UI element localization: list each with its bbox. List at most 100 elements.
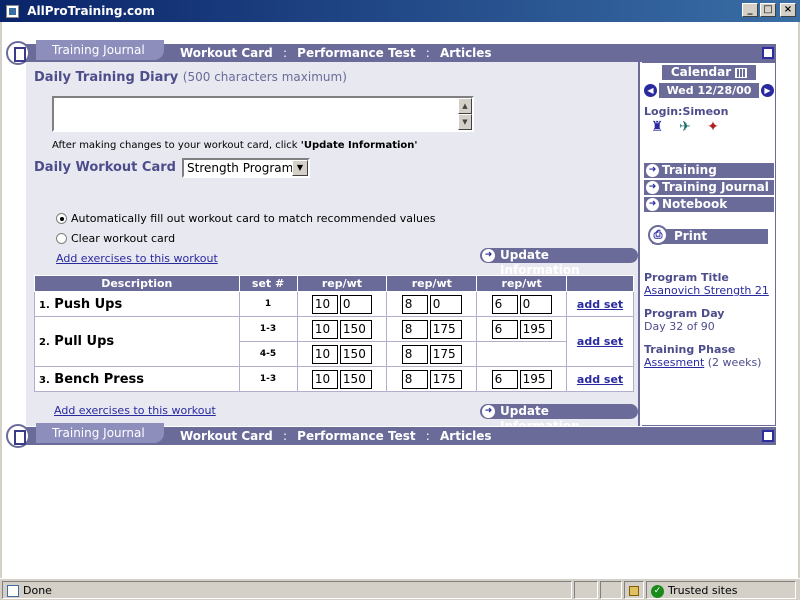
top-tab-bar: Training Journal Workout Card : Performa…	[6, 40, 776, 65]
rep-input[interactable]: 10	[311, 344, 338, 364]
add-set-cell: add set	[566, 316, 634, 367]
exercise-label: Push Ups	[54, 296, 123, 312]
table-row: 1. Push Ups 1 10 0 80 60 add set	[34, 291, 634, 317]
activity-icons: ♜ ✈ ✦	[646, 119, 724, 135]
chevron-down-icon[interactable]: ▼	[292, 160, 308, 176]
maximize-button[interactable]: □	[760, 3, 776, 17]
add-set-link[interactable]: add set	[577, 298, 623, 311]
stretch-icon[interactable]: ✦	[702, 119, 724, 135]
update-information-button-bottom[interactable]: ➜ Update Information	[480, 404, 638, 433]
tab-articles[interactable]: Articles	[440, 46, 492, 60]
maximize-panel-icon[interactable]	[762, 47, 774, 59]
exercise-label: Bench Press	[54, 371, 144, 387]
phase-link[interactable]: Assesment	[644, 356, 704, 369]
rep-input[interactable]: 6	[491, 369, 518, 389]
rep-input[interactable]: 10	[311, 369, 338, 389]
sidebar-item-training-notebook[interactable]: ➜Training Notebook	[644, 163, 774, 192]
next-day-icon[interactable]: ▶	[761, 84, 774, 97]
sidebar-item-notebook-settings[interactable]: ➜ Notebook Settings	[644, 197, 774, 226]
training-phase-label: Training Phase	[644, 343, 736, 356]
rep-input[interactable]: 6	[491, 319, 518, 339]
rep-input[interactable]: 6	[491, 294, 518, 314]
runner-icon[interactable]: ✈	[674, 119, 696, 135]
add-set-cell: add set	[566, 291, 634, 317]
diary-title: Daily Training Diary	[34, 70, 179, 85]
weight-input[interactable]: 150	[339, 344, 372, 364]
radio-clear-row[interactable]: Clear workout card	[56, 232, 175, 245]
weight-input[interactable]: 175	[429, 319, 462, 339]
status-text: Done	[2, 581, 572, 599]
tab-training-journal[interactable]: Training Journal	[36, 40, 164, 60]
update-information-button[interactable]: ➜ Update Information	[480, 248, 638, 277]
rep-input[interactable]: 8	[401, 369, 428, 389]
zone-cell: ✓ Trusted sites	[646, 581, 796, 599]
program-title-value[interactable]: Asanovich Strength 21	[644, 284, 769, 297]
rep-input[interactable]: 8	[401, 294, 428, 314]
tab-separator: :	[282, 46, 287, 60]
tab-performance-test-bottom[interactable]: Performance Test	[297, 429, 415, 443]
radio-auto-fill[interactable]	[56, 213, 67, 224]
tab-separator: :	[425, 429, 430, 443]
exercise-name: 2. Pull Ups	[34, 316, 240, 367]
weight-input[interactable]: 150	[339, 319, 372, 339]
tab-separator: :	[425, 46, 430, 60]
weight-input[interactable]: 175	[429, 369, 462, 389]
arrow-right-icon: ➜	[646, 198, 659, 211]
lock-cell	[624, 581, 644, 599]
prev-day-icon[interactable]: ◀	[644, 84, 657, 97]
program-title-label: Program Title	[644, 271, 729, 284]
add-set-link[interactable]: add set	[577, 373, 623, 386]
minimize-button[interactable]: _	[742, 3, 758, 17]
exercise-number: 3.	[39, 374, 50, 386]
calendar-label: Calendar	[670, 65, 732, 79]
tab-performance-test[interactable]: Performance Test	[297, 46, 415, 60]
status-empty	[600, 581, 622, 599]
update-note: After making changes to your workout car…	[52, 140, 417, 151]
scroll-down-icon[interactable]: ▼	[458, 114, 472, 130]
printer-icon: ⎙	[648, 225, 668, 245]
calendar-icon	[735, 67, 748, 78]
status-done: Done	[23, 584, 52, 597]
set-number: 1	[238, 291, 298, 317]
tab-training-journal-bottom[interactable]: Training Journal	[36, 423, 164, 443]
print-workout-button[interactable]: ⎙ Print Workout	[648, 225, 768, 258]
close-button[interactable]: ×	[780, 3, 796, 17]
weight-input[interactable]: 175	[429, 344, 462, 364]
tab-workout-card-bottom[interactable]: Workout Card	[180, 429, 273, 443]
rep-input[interactable]: 10	[311, 294, 338, 314]
sidebar-item-training-journal[interactable]: ➜ Training Journal	[644, 180, 774, 195]
weight-input[interactable]: 150	[339, 369, 372, 389]
repwt-cell: 10 150	[296, 366, 388, 392]
rep-input[interactable]: 10	[311, 319, 338, 339]
add-exercises-link-bottom[interactable]: Add exercises to this workout	[54, 404, 216, 417]
note-text: After making changes to your workout car…	[52, 140, 301, 151]
weightlifter-icon[interactable]: ♜	[646, 119, 668, 135]
weight-input[interactable]: 195	[519, 369, 552, 389]
program-select[interactable]: Strength Program ▼	[182, 158, 310, 178]
rep-input[interactable]: 8	[401, 319, 428, 339]
scroll-up-icon[interactable]: ▲	[458, 98, 472, 114]
add-set-link[interactable]: add set	[577, 335, 623, 348]
tab-workout-card[interactable]: Workout Card	[180, 46, 273, 60]
radio-auto-fill-row[interactable]: Automatically fill out workout card to m…	[56, 212, 435, 225]
col-repwt-1: rep/wt	[296, 275, 388, 292]
weight-input[interactable]: 0	[519, 294, 552, 314]
add-exercises-link[interactable]: Add exercises to this workout	[56, 252, 218, 265]
update-label: Update Information	[500, 248, 580, 277]
rep-input[interactable]: 8	[401, 344, 428, 364]
calendar-button[interactable]: Calendar	[662, 65, 756, 80]
diary-scrollbar[interactable]: ▲ ▼	[458, 98, 472, 130]
weight-input[interactable]: 195	[519, 319, 552, 339]
weight-input[interactable]: 0	[339, 294, 372, 314]
exercise-number: 1.	[39, 299, 50, 311]
exercise-number: 2.	[39, 337, 50, 348]
diary-textarea[interactable]: ▲ ▼	[52, 96, 474, 132]
maximize-panel-icon[interactable]	[762, 430, 774, 442]
main-panel: Daily Training Diary (500 characters max…	[26, 62, 640, 433]
tab-articles-bottom[interactable]: Articles	[440, 429, 492, 443]
app-icon	[6, 5, 19, 18]
exercise-name: 3. Bench Press	[34, 366, 240, 392]
weight-input[interactable]: 0	[429, 294, 462, 314]
phase-duration: (2 weeks)	[707, 356, 762, 369]
radio-clear[interactable]	[56, 233, 67, 244]
